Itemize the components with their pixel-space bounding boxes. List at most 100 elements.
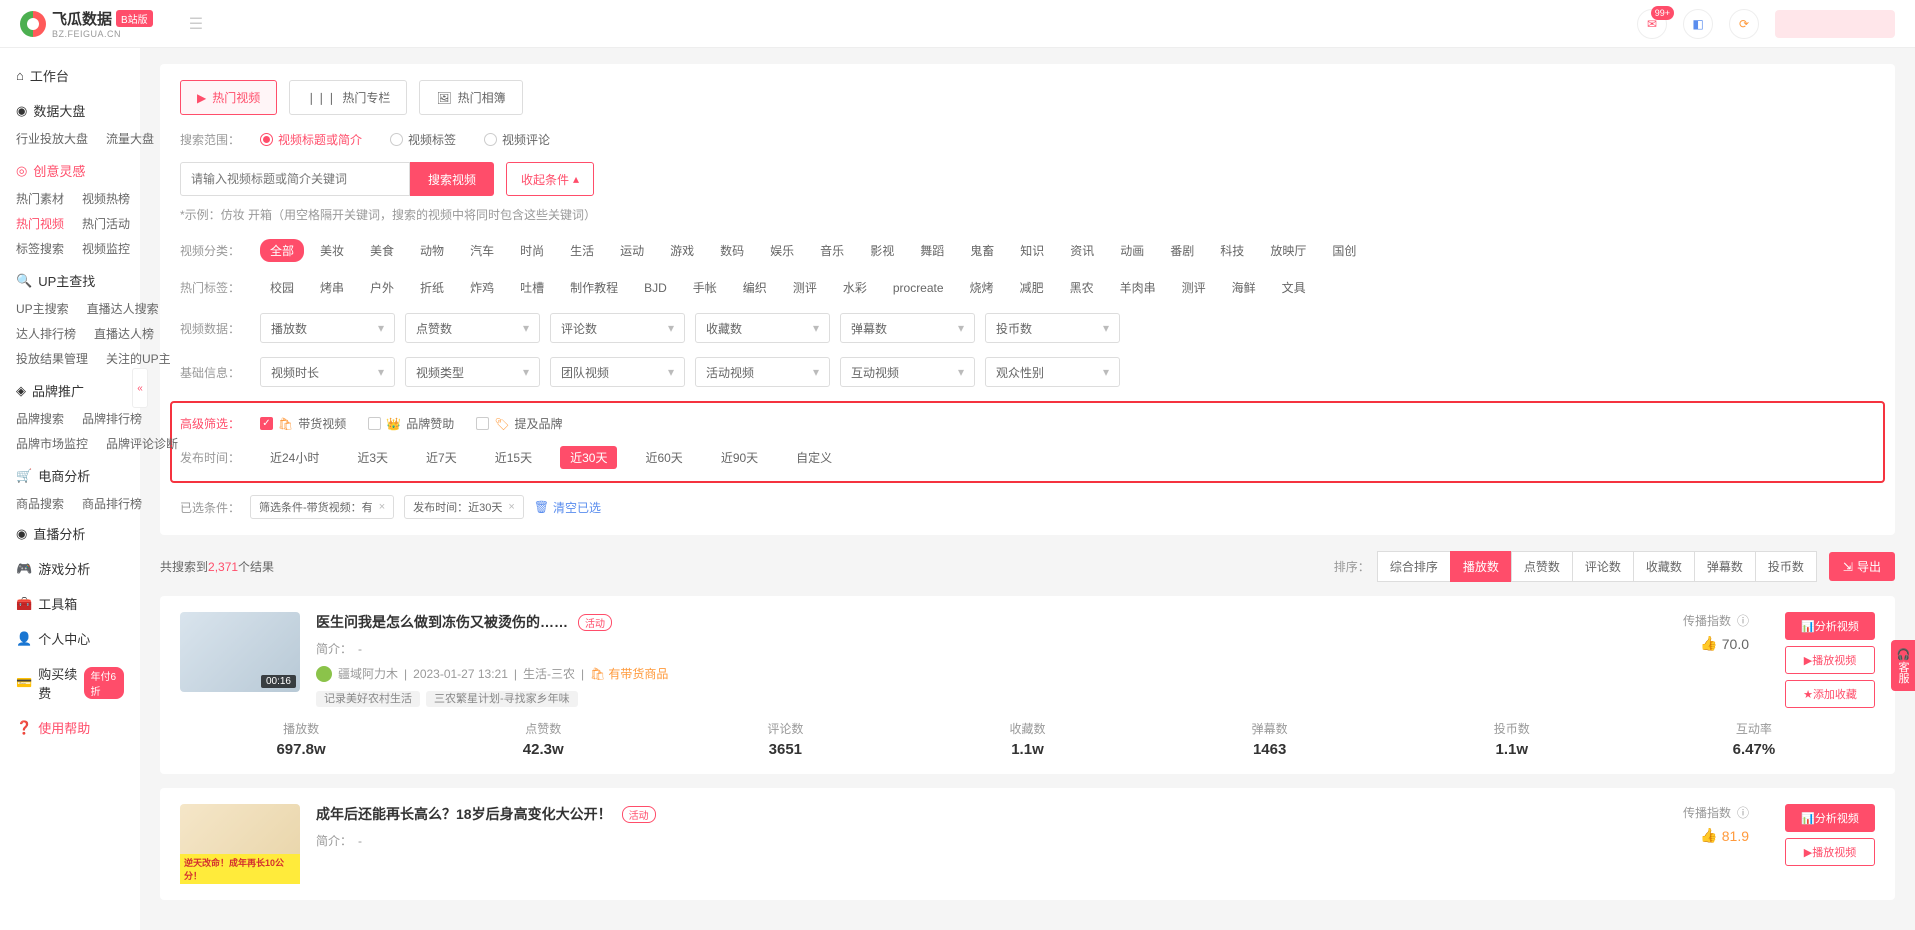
tag-item[interactable]: 海鲜 <box>1222 276 1266 299</box>
tag-item[interactable]: 制作教程 <box>560 276 628 299</box>
time-option[interactable]: 近3天 <box>347 446 398 469</box>
tag-item[interactable]: 文具 <box>1272 276 1316 299</box>
nav-live[interactable]: ◉直播分析 <box>0 516 140 551</box>
category-item[interactable]: 运动 <box>610 239 654 262</box>
sort-option[interactable]: 评论数 <box>1572 551 1634 582</box>
nav-creative[interactable]: ◎创意灵感 <box>0 151 140 186</box>
tag-item[interactable]: 折纸 <box>410 276 454 299</box>
tag-item[interactable]: 校园 <box>260 276 304 299</box>
category-item[interactable]: 美食 <box>360 239 404 262</box>
tag-item[interactable]: 测评 <box>1172 276 1216 299</box>
basic-select[interactable]: 团队视频 <box>550 357 685 387</box>
info-icon[interactable]: ⓘ <box>1737 612 1749 629</box>
nav-link[interactable]: 品牌市场监控 <box>16 435 88 452</box>
tab-hot-column[interactable]: ❘❘❘热门专栏 <box>289 80 407 115</box>
nav-up-search[interactable]: 🔍UP主查找 <box>0 261 140 296</box>
scope-radio-title[interactable]: 视频标题或简介 <box>260 131 362 148</box>
play-button[interactable]: ▶ 播放视频 <box>1785 838 1875 866</box>
category-item[interactable]: 动画 <box>1110 239 1154 262</box>
app-icon[interactable]: ◧ <box>1683 9 1713 39</box>
clear-all-button[interactable]: 🗑清空已选 <box>534 499 601 516</box>
nav-game[interactable]: 🎮游戏分析 <box>0 551 140 586</box>
category-item[interactable]: 游戏 <box>660 239 704 262</box>
tag-item[interactable]: 羊肉串 <box>1110 276 1166 299</box>
nav-link[interactable]: 热门素材 <box>16 190 64 207</box>
nav-help[interactable]: ❓使用帮助 <box>0 710 140 745</box>
tag-item[interactable]: 水彩 <box>833 276 877 299</box>
sort-option[interactable]: 投币数 <box>1755 551 1817 582</box>
tag-item[interactable]: 编织 <box>733 276 777 299</box>
tag-item[interactable]: 手帐 <box>683 276 727 299</box>
data-select[interactable]: 投币数 <box>985 313 1120 343</box>
category-item[interactable]: 国创 <box>1322 239 1366 262</box>
search-button[interactable]: 搜索视频 <box>410 162 494 196</box>
category-item[interactable]: 放映厅 <box>1260 239 1316 262</box>
basic-select[interactable]: 观众性别 <box>985 357 1120 387</box>
sidebar-toggle-icon[interactable]: ☰ <box>189 14 203 34</box>
chk-mention-brand[interactable]: 🏷提及品牌 <box>476 415 562 432</box>
nav-user-center[interactable]: 👤个人中心 <box>0 621 140 656</box>
close-icon[interactable]: × <box>508 501 514 513</box>
basic-select[interactable]: 互动视频 <box>840 357 975 387</box>
tag-item[interactable]: 测评 <box>783 276 827 299</box>
tab-hot-album[interactable]: 🖼热门相簿 <box>419 80 522 115</box>
tag-item[interactable]: 烧烤 <box>960 276 1004 299</box>
category-item[interactable]: 汽车 <box>460 239 504 262</box>
category-item[interactable]: 鬼畜 <box>960 239 1004 262</box>
help-icon[interactable]: ⟳ <box>1729 9 1759 39</box>
tag-item[interactable]: 减肥 <box>1010 276 1054 299</box>
tag-item[interactable]: 炸鸡 <box>460 276 504 299</box>
nav-link[interactable]: 达人排行榜 <box>16 325 76 342</box>
chk-goods-video[interactable]: ✓🛍带货视频 <box>260 415 346 432</box>
nav-link[interactable]: 标签搜索 <box>16 240 64 257</box>
time-option[interactable]: 近90天 <box>711 446 768 469</box>
nav-buy[interactable]: 💳购买续费年付6折 <box>0 656 140 710</box>
time-option[interactable]: 近24小时 <box>260 446 329 469</box>
nav-link[interactable]: 流量大盘 <box>106 130 154 147</box>
basic-select[interactable]: 视频类型 <box>405 357 540 387</box>
category-item[interactable]: 番剧 <box>1160 239 1204 262</box>
nav-link[interactable]: 投放结果管理 <box>16 350 88 367</box>
author-name[interactable]: 疆域阿力木 <box>338 665 398 682</box>
video-tag[interactable]: 记录美好农村生活 <box>316 691 420 707</box>
nav-link[interactable]: 热门活动 <box>82 215 130 232</box>
info-icon[interactable]: ⓘ <box>1737 804 1749 821</box>
sort-option[interactable]: 点赞数 <box>1511 551 1573 582</box>
time-option[interactable]: 近7天 <box>416 446 467 469</box>
time-option[interactable]: 自定义 <box>786 446 842 469</box>
sort-option[interactable]: 弹幕数 <box>1694 551 1756 582</box>
sort-option[interactable]: 收藏数 <box>1633 551 1695 582</box>
collapse-filter-button[interactable]: 收起条件▴ <box>506 162 594 196</box>
data-select[interactable]: 收藏数 <box>695 313 830 343</box>
chk-brand-sponsor[interactable]: 👑品牌赞助 <box>368 415 454 432</box>
category-item[interactable]: 美妆 <box>310 239 354 262</box>
data-select[interactable]: 播放数 <box>260 313 395 343</box>
category-item[interactable]: 动物 <box>410 239 454 262</box>
scope-radio-tag[interactable]: 视频标签 <box>390 131 456 148</box>
time-option[interactable]: 近60天 <box>635 446 692 469</box>
category-item[interactable]: 舞蹈 <box>910 239 954 262</box>
favorite-button[interactable]: ★ 添加收藏 <box>1785 680 1875 708</box>
tag-item[interactable]: 黑农 <box>1060 276 1104 299</box>
tag-item[interactable]: 户外 <box>360 276 404 299</box>
tag-item[interactable]: 烤串 <box>310 276 354 299</box>
nav-link-active[interactable]: 热门视频 <box>16 215 64 232</box>
user-block[interactable] <box>1775 10 1895 38</box>
data-select[interactable]: 弹幕数 <box>840 313 975 343</box>
sidebar-collapse-icon[interactable]: « <box>132 368 148 408</box>
play-button[interactable]: ▶ 播放视频 <box>1785 646 1875 674</box>
nav-link[interactable]: 直播达人榜 <box>94 325 154 342</box>
tag-item[interactable]: BJD <box>634 278 677 298</box>
data-select[interactable]: 点赞数 <box>405 313 540 343</box>
nav-link[interactable]: 品牌评论诊断 <box>106 435 178 452</box>
video-title[interactable]: 成年后还能再长高么？18岁后身高变化大公开！活动 <box>316 804 1513 824</box>
tab-hot-video[interactable]: ▶热门视频 <box>180 80 277 115</box>
basic-select[interactable]: 视频时长 <box>260 357 395 387</box>
category-item[interactable]: 知识 <box>1010 239 1054 262</box>
time-option[interactable]: 近15天 <box>485 446 542 469</box>
data-select[interactable]: 评论数 <box>550 313 685 343</box>
nav-link[interactable]: 视频热榜 <box>82 190 130 207</box>
analyze-button[interactable]: 📊 分析视频 <box>1785 612 1875 640</box>
nav-link[interactable]: 品牌排行榜 <box>82 410 142 427</box>
video-thumbnail[interactable]: 00:16 <box>180 612 300 692</box>
